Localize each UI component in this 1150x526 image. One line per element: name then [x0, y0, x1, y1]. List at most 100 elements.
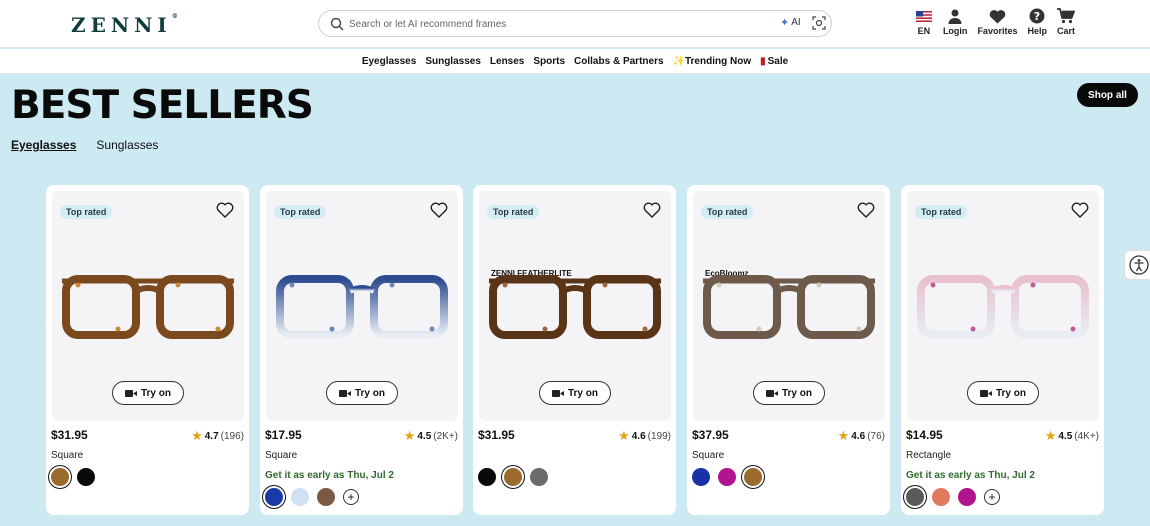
favorite-heart-icon[interactable] [857, 201, 875, 219]
product-image-area[interactable]: Top rated EcoBloomz Try on [693, 191, 885, 421]
product-image-area[interactable]: Top rated ZENNI FEATHERLITE Try on [479, 191, 671, 421]
top-rated-badge: Top rated [487, 205, 540, 219]
svg-text:?: ? [1034, 10, 1040, 23]
try-on-button[interactable]: Try on [326, 381, 398, 405]
top-rated-badge: Top rated [915, 205, 968, 219]
product-card[interactable]: Top rated Try on $14.95 ★ 4.5 (4K+) Rect… [901, 185, 1104, 515]
eyeglasses-frame-image [62, 275, 234, 339]
product-image-area[interactable]: Top rated Try on [52, 191, 244, 421]
product-price: $17.95 [265, 428, 302, 442]
video-camera-icon [124, 389, 137, 397]
nav-collabs[interactable]: Collabs & Partners [574, 56, 663, 67]
try-on-button[interactable]: Try on [967, 381, 1039, 405]
top-rated-badge: Top rated [701, 205, 754, 219]
video-camera-icon [551, 389, 564, 397]
color-swatch[interactable] [291, 488, 309, 506]
color-swatch[interactable] [77, 468, 95, 486]
image-scan-icon[interactable] [812, 16, 826, 30]
product-card[interactable]: Top rated Try on $31.95 ★ 4.7 (196) Squa… [46, 185, 249, 515]
language-selector[interactable]: EN [915, 6, 932, 36]
color-swatch[interactable] [317, 488, 335, 506]
product-price: $31.95 [478, 428, 515, 442]
color-swatch[interactable] [478, 468, 496, 486]
try-on-button[interactable]: Try on [753, 381, 825, 405]
eyeglasses-frame-image [917, 275, 1089, 339]
nav-sunglasses[interactable]: Sunglasses [425, 56, 481, 67]
color-swatch[interactable] [530, 468, 548, 486]
cart-link[interactable]: Cart [1056, 6, 1075, 36]
product-price: $37.95 [692, 428, 729, 442]
nav-sale[interactable]: ▮ Sale [760, 56, 788, 67]
top-header: ZENNI® ✦AI EN Login Favorites ? Help Car… [0, 0, 1150, 48]
tab-sunglasses[interactable]: Sunglasses [96, 138, 158, 152]
favorite-heart-icon[interactable] [1071, 201, 1089, 219]
cart-icon [1056, 8, 1075, 24]
search-bar: ✦AI [318, 10, 832, 37]
color-swatch[interactable] [718, 468, 736, 486]
sparkle-icon: ✨ [672, 55, 685, 67]
heart-icon [989, 9, 1006, 23]
user-icon [948, 9, 962, 24]
help-link[interactable]: ? Help [1027, 6, 1047, 36]
star-icon: ★ [403, 428, 416, 443]
more-colors-button[interactable]: + [343, 489, 359, 505]
color-swatch[interactable] [906, 488, 924, 506]
accessibility-icon [1129, 255, 1149, 275]
color-swatch[interactable] [265, 488, 283, 506]
category-nav: Eyeglasses Sunglasses Lenses Sports Coll… [0, 49, 1150, 74]
tab-eyeglasses[interactable]: Eyeglasses [11, 138, 76, 152]
product-tabs: Eyeglasses Sunglasses [11, 138, 158, 152]
color-swatches: + [906, 488, 1000, 506]
search-input[interactable] [349, 14, 749, 34]
more-colors-button[interactable]: + [984, 489, 1000, 505]
frame-shape: Square [265, 450, 298, 461]
favorites-link[interactable]: Favorites [977, 6, 1017, 36]
color-swatches [51, 468, 95, 486]
zenni-logo[interactable]: ZENNI® [71, 13, 178, 37]
product-image-area[interactable]: Top rated Try on [266, 191, 458, 421]
login-link[interactable]: Login [943, 6, 967, 36]
ai-button[interactable]: ✦ AI [780, 16, 801, 29]
nav-trending[interactable]: ✨Trending Now [673, 56, 752, 67]
favorite-heart-icon[interactable] [430, 201, 448, 219]
color-swatches: + [265, 488, 359, 506]
color-swatches [692, 468, 762, 486]
product-card[interactable]: Top rated EcoBloomz Try on $37.95 ★ 4.6 … [687, 185, 890, 515]
video-camera-icon [765, 389, 778, 397]
try-on-button[interactable]: Try on [539, 381, 611, 405]
product-rating: ★ 4.5 (4K+) [1044, 428, 1099, 443]
sale-tag-icon: ▮ [760, 55, 766, 67]
star-icon: ★ [191, 428, 203, 443]
nav-sports[interactable]: Sports [533, 56, 565, 67]
product-rating: ★ 4.5 (2K+) [403, 428, 458, 443]
frame-shape: Square [51, 450, 84, 461]
product-rating: ★ 4.6 (199) [618, 428, 671, 443]
top-rated-badge: Top rated [274, 205, 327, 219]
delivery-estimate: Get it as early as Thu, Jul 2 [906, 470, 1035, 481]
nav-eyeglasses[interactable]: Eyeglasses [362, 56, 417, 67]
product-price: $31.95 [51, 428, 88, 442]
color-swatch[interactable] [504, 468, 522, 486]
page-title: BEST SELLERS [11, 83, 314, 128]
product-card[interactable]: Top rated ZENNI FEATHERLITE Try on $31.9… [473, 185, 676, 515]
product-card[interactable]: Top rated Try on $17.95 ★ 4.5 (2K+) Squa… [260, 185, 463, 515]
header-actions: EN Login Favorites ? Help Cart [911, 6, 1150, 36]
try-on-button[interactable]: Try on [112, 381, 184, 405]
product-image-area[interactable]: Top rated Try on [907, 191, 1099, 421]
color-swatch[interactable] [51, 468, 69, 486]
color-swatch[interactable] [958, 488, 976, 506]
sparkle-icon: ✦ [780, 17, 790, 29]
delivery-estimate: Get it as early as Thu, Jul 2 [265, 470, 394, 481]
color-swatch[interactable] [692, 468, 710, 486]
product-rating: ★ 4.6 (76) [837, 428, 885, 443]
star-icon: ★ [837, 428, 850, 443]
help-icon: ? [1029, 8, 1045, 24]
accessibility-button[interactable] [1124, 250, 1150, 280]
shop-all-button[interactable]: Shop all [1077, 83, 1138, 107]
favorite-heart-icon[interactable] [643, 201, 661, 219]
favorite-heart-icon[interactable] [216, 201, 234, 219]
color-swatch[interactable] [744, 468, 762, 486]
nav-lenses[interactable]: Lenses [490, 56, 524, 67]
color-swatch[interactable] [932, 488, 950, 506]
us-flag-icon [915, 10, 932, 22]
